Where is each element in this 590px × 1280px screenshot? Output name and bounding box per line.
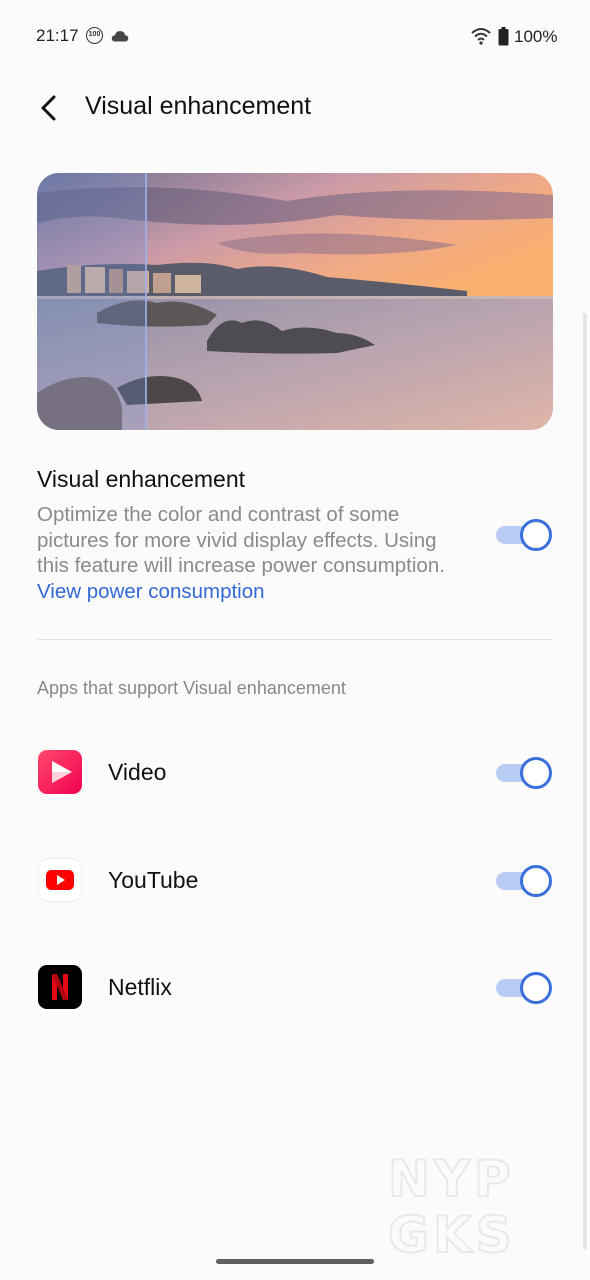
watermark-logo: NYP GKS — [387, 1148, 578, 1265]
app-name-video: Video — [108, 759, 167, 785]
video-toggle[interactable] — [496, 756, 554, 790]
cloud-icon — [111, 29, 129, 47]
netflix-toggle[interactable] — [496, 971, 554, 1005]
view-power-consumption-link[interactable]: View power consumption — [37, 580, 265, 603]
app-name-youtube: YouTube — [108, 867, 199, 893]
chevron-left-icon — [41, 95, 56, 121]
youtube-icon — [38, 858, 82, 902]
setting-title: Visual enhancement — [37, 466, 245, 492]
toggle-knob — [520, 972, 552, 1004]
setting-description: Optimize the color and contrast of some … — [37, 502, 457, 604]
netflix-icon — [38, 965, 82, 1009]
wifi-icon — [471, 27, 491, 50]
back-button[interactable] — [28, 88, 68, 128]
visual-enhancement-toggle[interactable] — [496, 518, 554, 552]
divider — [37, 639, 553, 640]
notification-100-icon: 100 — [86, 27, 103, 44]
status-bar: 21:17 100 100% — [0, 0, 590, 74]
youtube-toggle[interactable] — [496, 864, 554, 898]
app-name-netflix: Netflix — [108, 974, 172, 1000]
preview-image — [37, 173, 553, 430]
battery-icon — [498, 27, 509, 51]
section-label: Apps that support Visual enhancement — [37, 678, 346, 698]
scrollbar[interactable] — [583, 313, 587, 1250]
page-title: Visual enhancement — [85, 92, 312, 120]
toggle-knob — [520, 757, 552, 789]
setting-description-text: Optimize the color and contrast of some … — [37, 503, 445, 578]
app-row-youtube[interactable]: YouTube — [0, 850, 590, 910]
app-row-video[interactable]: Video — [0, 742, 590, 802]
video-app-icon — [38, 750, 82, 794]
svg-text:NYP: NYP — [388, 1150, 515, 1208]
navigation-handle[interactable] — [216, 1259, 374, 1264]
battery-percentage: 100% — [514, 27, 558, 46]
status-time: 21:17 — [36, 26, 79, 45]
svg-text:GKS: GKS — [388, 1206, 516, 1258]
toggle-knob — [520, 865, 552, 897]
toggle-knob — [520, 519, 552, 551]
app-row-netflix[interactable]: Netflix — [0, 957, 590, 1017]
